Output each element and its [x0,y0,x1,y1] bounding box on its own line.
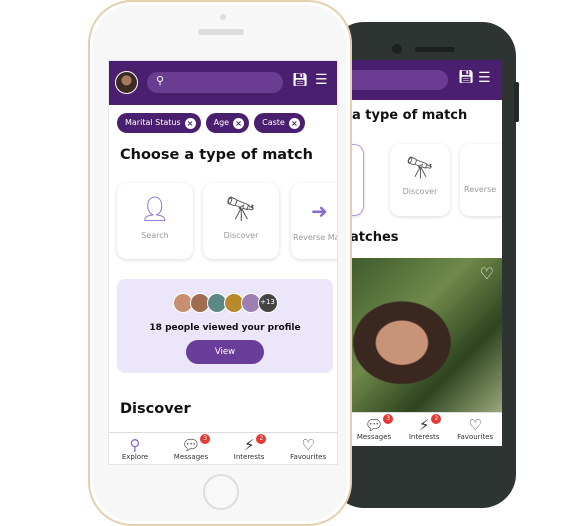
bottom-nav: 💬︎ 3 Messages ⚡︎ 2 Interests ♡ Favourites [348,412,502,446]
bottom-nav: ⚲ Explore 💬︎ 3 Messages ⚡︎ 2 Interests ♡ Favou… [109,432,337,464]
section-heading: a type of match [352,108,468,123]
telescope-icon: 🔭︎ [406,156,434,181]
speaker [415,47,455,52]
search-icon: ⚲ [156,74,165,87]
nav-favourites[interactable]: ♡ Favourites [457,413,493,446]
home-button[interactable] [203,474,239,510]
person-search-icon: 👤︎ [139,195,171,223]
nav-explore[interactable]: ⚲ Explore [122,433,148,464]
telescope-icon: 🔭︎ [225,195,257,223]
magnifier-icon: ⚲ [129,436,141,454]
more-viewers-count: +13 [257,293,278,313]
matches-heading: atches [350,230,399,245]
back-phone: 💾︎ ☰ a type of match 🔭︎ Discover ➜ Rever… [330,22,519,508]
arrow-right-icon: ➜ [460,158,502,179]
match-card-discover[interactable]: 🔭︎ Discover [390,144,450,216]
nav-messages[interactable]: 💬︎ 3 Messages [174,433,211,464]
match-card-reverse[interactable]: ➜ Reverse [460,144,502,216]
profile-photo[interactable]: ♡ [348,258,502,412]
front-phone: ⚲ 💾︎ ☰ Marital Status × Age × Caste × Choos… [88,0,352,526]
nav-favourites[interactable]: ♡ Favourites [290,433,326,464]
filter-chips: Marital Status × Age × Caste × [117,113,305,133]
app-header: ⚲ 💾︎ ☰ [109,61,337,105]
side-button [514,82,519,122]
heart-icon: ♡ [301,436,315,454]
viewers-text: 18 people viewed your profile [149,323,301,333]
nav-messages[interactable]: 💬︎ 3 Messages [357,413,394,446]
chip-caste[interactable]: Caste × [254,113,305,133]
viewer-avatars: +13 [117,293,333,317]
arrow-right-icon: ➜ [311,199,328,223]
search-input[interactable] [348,70,448,90]
search-input[interactable]: ⚲ [147,72,283,93]
camera [392,44,402,54]
page-title: Choose a type of match [120,147,313,163]
profile-viewers-banner: +13 18 people viewed your profile View [117,279,333,373]
match-card-search[interactable]: 👤︎ Search [117,183,193,259]
chip-age[interactable]: Age × [205,113,250,133]
nav-interests[interactable]: ⚡︎ 2 Interests [234,433,267,464]
back-screen: 💾︎ ☰ a type of match 🔭︎ Discover ➜ Rever… [348,60,502,446]
close-icon[interactable]: × [233,117,245,129]
match-card-reverse[interactable]: ➜ Reverse Match [291,183,337,259]
save-icon[interactable]: 💾︎ [458,70,475,85]
close-icon[interactable]: × [184,117,196,129]
close-icon[interactable]: × [288,117,300,129]
front-screen: ⚲ 💾︎ ☰ Marital Status × Age × Caste × Choos… [108,60,338,465]
speaker [198,29,244,35]
filter-icon[interactable]: ☰ [315,72,328,88]
chip-marital-status[interactable]: Marital Status × [117,113,201,133]
discover-heading: Discover [120,401,191,417]
filter-icon[interactable]: ☰ [478,70,491,86]
app-header: 💾︎ ☰ [348,60,502,100]
heart-icon[interactable]: ♡ [480,264,494,283]
view-button[interactable]: View [186,340,264,364]
avatar[interactable] [115,71,138,94]
camera [220,14,226,20]
save-icon[interactable]: 💾︎ [292,73,309,88]
match-card-discover[interactable]: 🔭︎ Discover [203,183,279,259]
nav-interests[interactable]: ⚡︎ 2 Interests [409,413,442,446]
